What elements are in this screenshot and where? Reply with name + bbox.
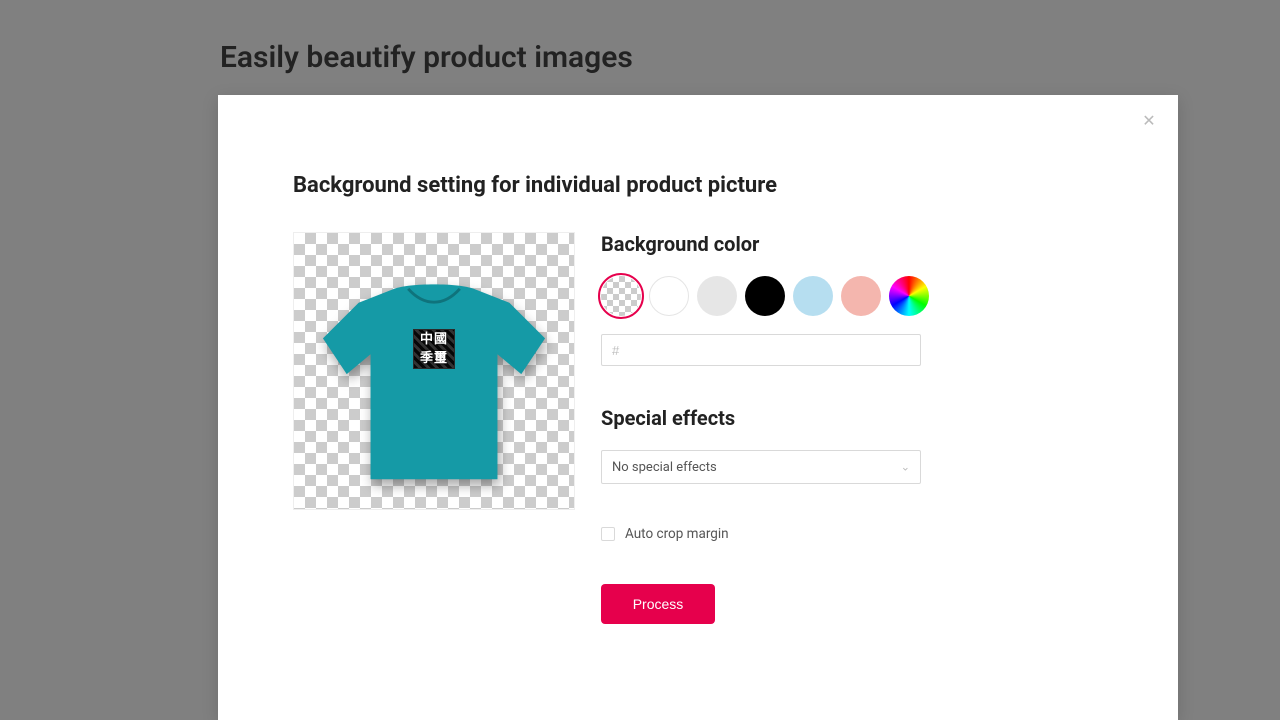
settings-modal: ✕ Background setting for individual prod…: [218, 95, 1178, 720]
swatch-light-blue[interactable]: [793, 276, 833, 316]
hex-input[interactable]: [601, 334, 921, 366]
checkbox-icon: [601, 527, 615, 541]
tshirt-print: [413, 329, 455, 369]
page-title: Easily beautify product images: [220, 40, 633, 75]
swatch-color-wheel[interactable]: [889, 276, 929, 316]
effects-select[interactable]: No special effects ⌄: [601, 450, 921, 484]
product-tshirt: [315, 280, 553, 490]
auto-crop-label: Auto crop margin: [625, 526, 729, 542]
chevron-down-icon: ⌄: [901, 461, 910, 474]
color-swatches: [601, 276, 1103, 316]
swatch-grey[interactable]: [697, 276, 737, 316]
swatch-black[interactable]: [745, 276, 785, 316]
tshirt-icon: [315, 280, 553, 490]
swatch-salmon[interactable]: [841, 276, 881, 316]
swatch-white[interactable]: [649, 276, 689, 316]
process-button[interactable]: Process: [601, 584, 715, 624]
swatch-transparent[interactable]: [601, 276, 641, 316]
bg-color-heading: Background color: [601, 232, 1103, 256]
close-icon[interactable]: ✕: [1140, 113, 1158, 131]
modal-title: Background setting for individual produc…: [293, 173, 1103, 198]
effects-heading: Special effects: [601, 406, 1103, 430]
effects-select-value: No special effects: [612, 460, 717, 475]
auto-crop-checkbox[interactable]: Auto crop margin: [601, 526, 1103, 542]
product-preview: [293, 232, 575, 510]
